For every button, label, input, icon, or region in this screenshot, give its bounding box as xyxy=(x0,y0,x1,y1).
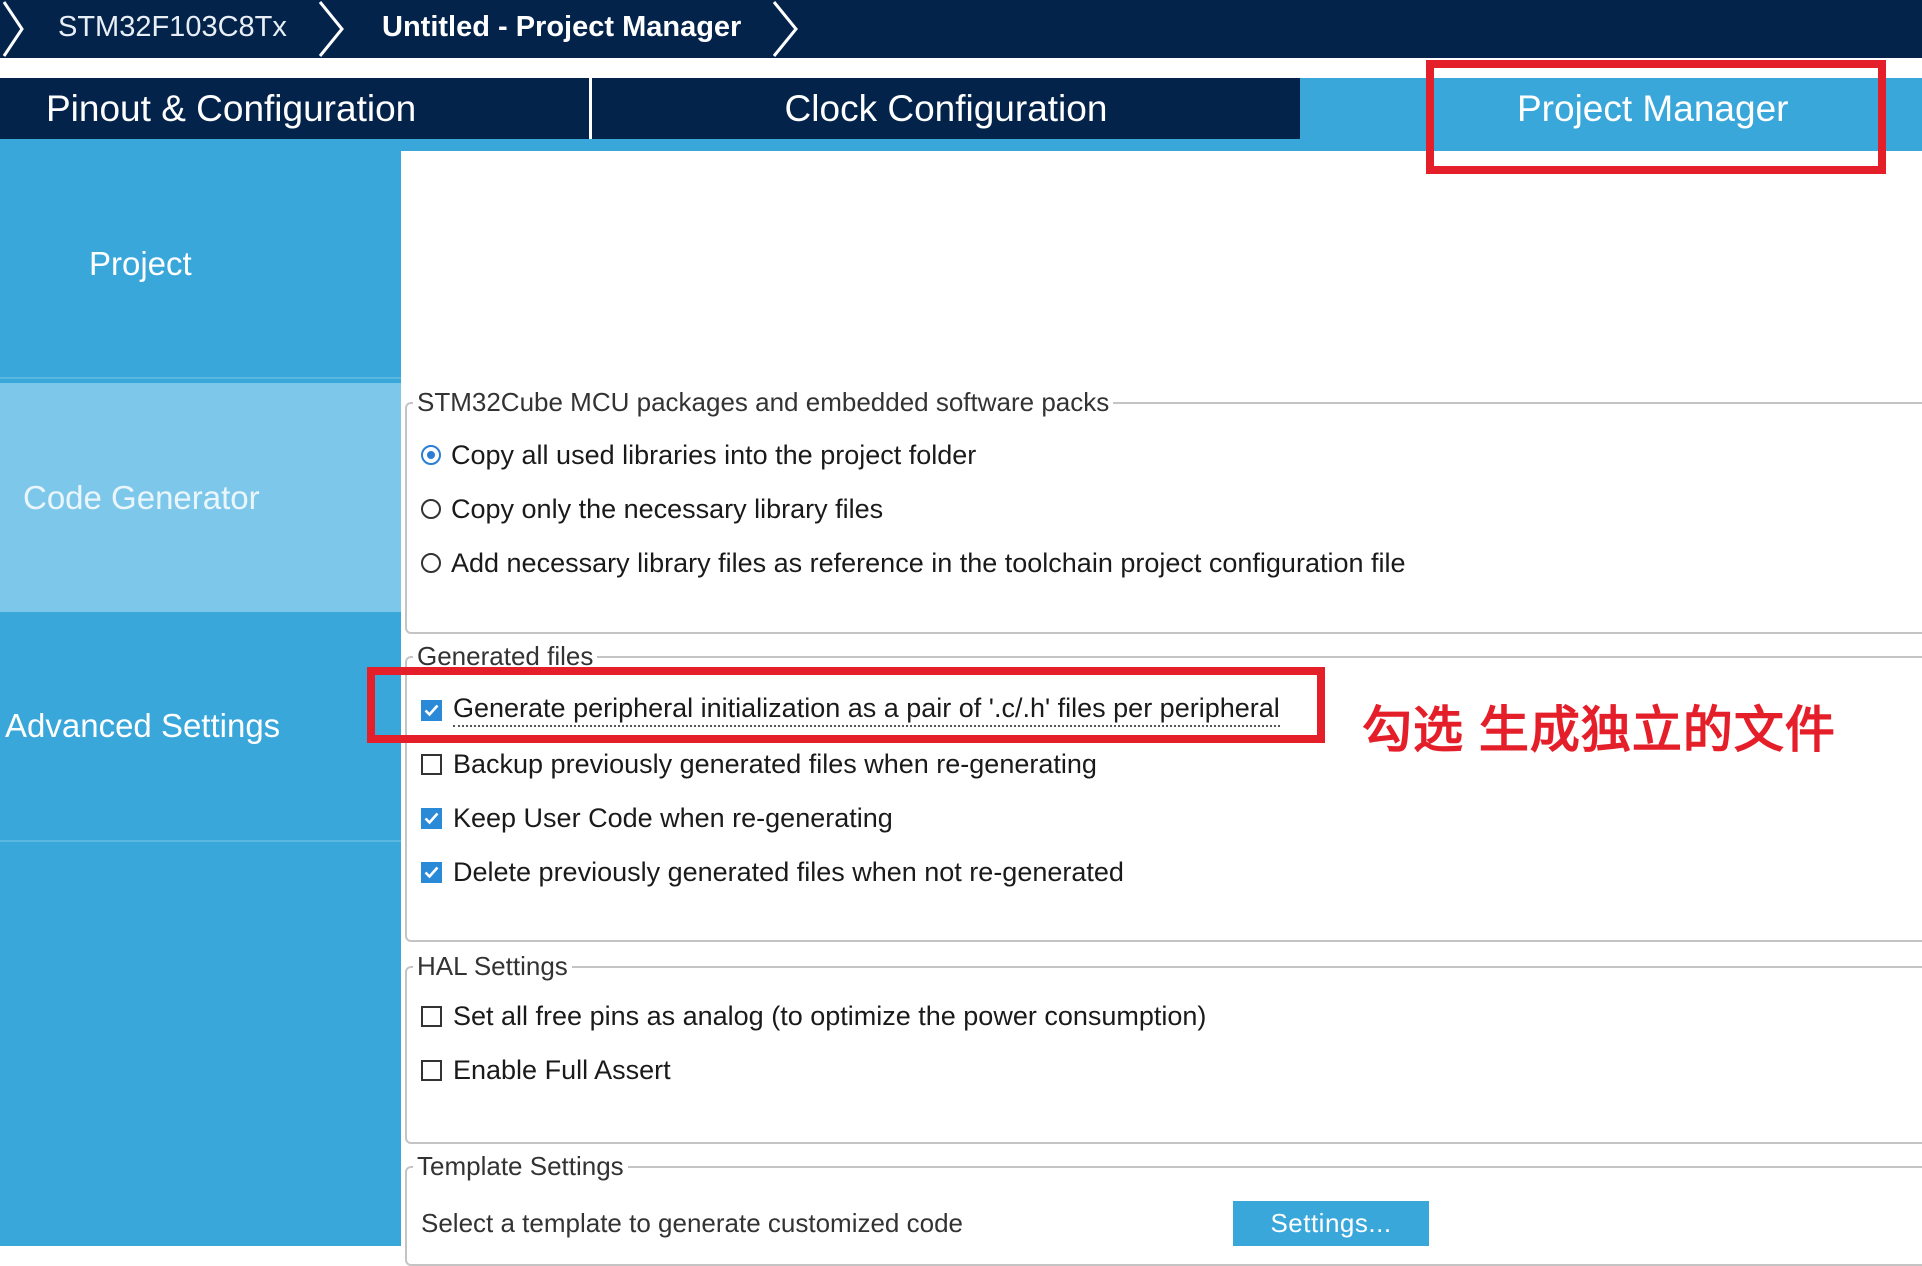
checkbox-set-free-pins-analog[interactable]: Set all free pins as analog (to optimize… xyxy=(421,999,1206,1033)
settings-button[interactable]: Settings... xyxy=(1233,1201,1429,1246)
radio-icon[interactable] xyxy=(421,499,441,519)
radio-label: Copy only the necessary library files xyxy=(451,493,884,524)
annotation-note: 勾选 生成独立的文件 xyxy=(1362,702,1836,758)
radio-copy-all-libraries[interactable]: Copy all used libraries into the project… xyxy=(421,438,976,472)
chevron-right-icon xyxy=(318,1,344,57)
chevron-right-icon xyxy=(2,1,24,57)
radio-icon[interactable] xyxy=(421,553,441,573)
checkbox-enable-full-assert[interactable]: Enable Full Assert xyxy=(421,1053,671,1087)
breadcrumb: STM32F103C8Tx Untitled - Project Manager xyxy=(0,0,1922,58)
packages-group: STM32Cube MCU packages and embedded soft… xyxy=(405,387,1922,634)
sidebar-item-label: Project xyxy=(89,245,192,282)
radio-selected-icon[interactable] xyxy=(421,445,441,465)
sidebar-item-label: Code Generator xyxy=(23,478,260,516)
radio-label: Copy all used libraries into the project… xyxy=(451,439,977,470)
checkbox-label: Keep User Code when re-generating xyxy=(453,802,893,833)
highlight-project-manager-tab xyxy=(1426,60,1886,174)
checkbox-icon[interactable] xyxy=(421,1059,442,1081)
radio-label: Add necessary library files as reference… xyxy=(451,547,1406,578)
sidebar-item-label: Advanced Settings xyxy=(5,707,281,744)
breadcrumb-device[interactable]: STM32F103C8Tx xyxy=(58,10,287,44)
template-description: Select a template to generate customized… xyxy=(421,1208,963,1238)
checkbox-icon[interactable] xyxy=(421,753,442,775)
checkbox-label: Backup previously generated files when r… xyxy=(453,748,1097,779)
checkbox-label: Set all free pins as analog (to optimize… xyxy=(453,1000,1207,1031)
checkbox-checked-icon[interactable] xyxy=(421,861,442,883)
checkbox-label: Delete previously generated files when n… xyxy=(453,856,1124,887)
checkbox-backup-generated-files[interactable]: Backup previously generated files when r… xyxy=(421,747,1097,781)
checkbox-icon[interactable] xyxy=(421,1005,442,1027)
checkbox-keep-user-code[interactable]: Keep User Code when re-generating xyxy=(421,801,893,835)
sidebar: Project Code Generator Advanced Settings xyxy=(0,151,401,1246)
sidebar-item-code-generator[interactable]: Code Generator xyxy=(0,383,401,612)
sidebar-item-advanced-settings[interactable]: Advanced Settings xyxy=(0,612,401,840)
radio-add-as-reference[interactable]: Add necessary library files as reference… xyxy=(421,546,1406,580)
radio-copy-necessary-files[interactable]: Copy only the necessary library files xyxy=(421,492,883,526)
checkbox-checked-icon[interactable] xyxy=(421,807,442,829)
chevron-right-icon xyxy=(772,1,798,57)
highlight-generate-peripheral-option xyxy=(367,667,1325,743)
tab-clock-configuration[interactable]: Clock Configuration xyxy=(592,78,1300,139)
packages-legend: STM32Cube MCU packages and embedded soft… xyxy=(413,387,1114,417)
divider xyxy=(0,840,401,842)
tab-pinout-configuration[interactable]: Pinout & Configuration xyxy=(0,78,589,139)
hal-settings-legend: HAL Settings xyxy=(413,951,572,981)
breadcrumb-project[interactable]: Untitled - Project Manager xyxy=(382,10,741,44)
hal-settings-group: HAL Settings Set all free pins as analog… xyxy=(405,951,1922,1144)
checkbox-label: Enable Full Assert xyxy=(453,1054,671,1085)
divider xyxy=(0,377,401,379)
template-settings-legend: Template Settings xyxy=(413,1151,628,1181)
sidebar-item-project[interactable]: Project xyxy=(0,151,401,377)
checkbox-delete-previous-files[interactable]: Delete previously generated files when n… xyxy=(421,855,1124,889)
